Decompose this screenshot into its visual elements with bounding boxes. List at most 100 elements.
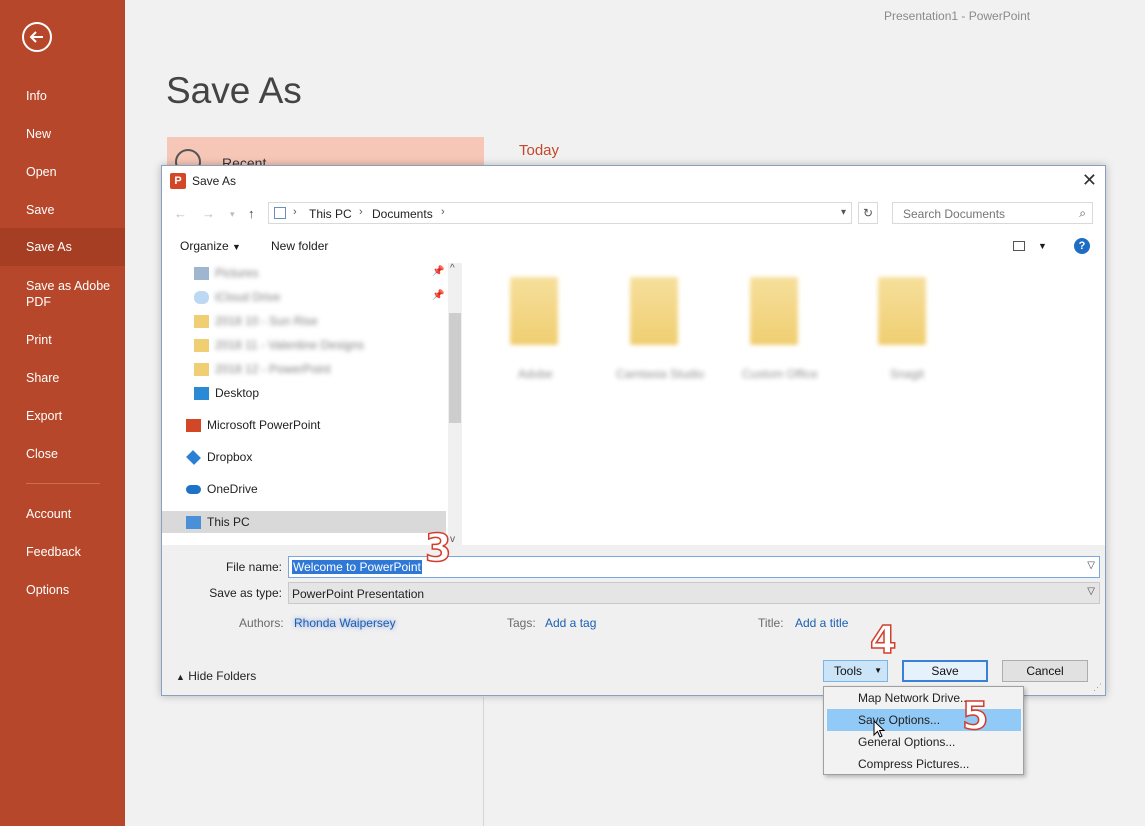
nav-item-dropbox[interactable]: Dropbox — [186, 447, 252, 467]
page-title: Save As — [166, 70, 302, 111]
quick-access-item[interactable]: iCloud Drive — [194, 287, 280, 307]
scroll-thumb[interactable] — [449, 313, 461, 423]
sidebar-item-export[interactable]: Export — [0, 408, 125, 424]
address-dropdown-icon[interactable]: ▾ — [841, 207, 846, 218]
sidebar-item-info[interactable]: Info — [0, 88, 125, 104]
view-options-chevron-icon[interactable]: ▼ — [1038, 241, 1047, 251]
save-button[interactable]: Save — [902, 660, 988, 682]
quick-access-item[interactable]: 2018 10 - Sun Rise — [194, 311, 318, 331]
sidebar-item-share[interactable]: Share — [0, 370, 125, 386]
help-icon[interactable]: ? — [1074, 238, 1090, 254]
pin-icon[interactable]: 📌 — [432, 290, 444, 301]
powerpoint-icon — [186, 419, 201, 433]
add-tag-link[interactable]: Add a tag — [545, 616, 596, 630]
today-heading: Today — [519, 142, 560, 159]
menu-item-save-options[interactable]: Save Options... — [827, 709, 1021, 731]
refresh-icon[interactable]: ↻ — [858, 202, 878, 224]
chevron-down-icon[interactable]: ▽ — [1087, 586, 1095, 597]
blurred-label: 2018 10 - Sun Rise — [215, 314, 318, 328]
tools-label: Tools — [834, 664, 863, 678]
search-box[interactable]: ⌕ — [892, 202, 1093, 224]
step-3-annotation: 3 — [424, 525, 452, 571]
add-title-link[interactable]: Add a title — [795, 616, 848, 630]
resize-grip-icon[interactable]: ⋰ — [1093, 682, 1102, 693]
sidebar-item-account[interactable]: Account — [0, 506, 125, 522]
folder-icon[interactable] — [878, 277, 926, 345]
menu-item-compress-pictures[interactable]: Compress Pictures... — [827, 753, 1021, 775]
folder-icon[interactable] — [630, 277, 678, 345]
nav-item-label: Dropbox — [207, 450, 253, 464]
blurred-label: Pictures — [215, 266, 259, 280]
breadcrumb-chevron-icon[interactable]: › — [359, 206, 363, 218]
sidebar-item-save-as[interactable]: Save As — [0, 228, 125, 266]
authors-value[interactable]: Rhonda Waipersey — [294, 616, 396, 630]
pin-icon[interactable]: 📌 — [432, 266, 444, 277]
step-4-annotation: 4 — [869, 617, 897, 663]
desktop-icon — [194, 387, 209, 401]
blurred-label: 2018 12 - PowerPoint — [215, 362, 331, 376]
sidebar-item-options[interactable]: Options — [0, 582, 125, 598]
search-input[interactable] — [901, 206, 1075, 222]
file-name-value[interactable]: Welcome to PowerPoint — [292, 560, 422, 574]
cancel-button[interactable]: Cancel — [1002, 660, 1088, 682]
tags-label: Tags: — [507, 616, 536, 630]
powerpoint-icon: P — [170, 173, 186, 189]
tools-menu: Map Network Drive... Save Options... Gen… — [823, 686, 1024, 775]
change-view-icon[interactable] — [1013, 241, 1025, 251]
forward-icon[interactable]: → — [202, 206, 215, 221]
quick-access-item[interactable]: 2018 12 - PowerPoint — [194, 359, 330, 379]
breadcrumb-documents[interactable]: Documents — [372, 207, 433, 221]
menu-item-general-options[interactable]: General Options... — [827, 731, 1021, 753]
search-icon[interactable]: ⌕ — [1079, 206, 1086, 221]
chevron-up-icon: ▲ — [176, 672, 185, 682]
blurred-folder-label: Custom Office — [742, 367, 818, 381]
pictures-icon — [194, 267, 209, 281]
quick-access-item[interactable]: Pictures — [194, 263, 258, 283]
organize-button[interactable]: Organize ▼ — [180, 239, 241, 253]
blurred-label: 2018 11 - Valentine Designs — [215, 338, 364, 352]
breadcrumb-chevron-icon[interactable]: › — [441, 206, 445, 218]
quick-access-item[interactable]: 2018 11 - Valentine Designs — [194, 335, 364, 355]
authors-label: Authors: — [239, 616, 284, 630]
nav-item-microsoft-powerpoint[interactable]: Microsoft PowerPoint — [186, 415, 320, 435]
sidebar-item-new[interactable]: New — [0, 126, 125, 142]
save-as-dialog: P Save As ✕ ← → ▾ ↑ › This PC › Document… — [161, 165, 1106, 696]
save-type-select[interactable]: PowerPoint Presentation ▽ — [288, 582, 1100, 604]
recent-locations-chevron-icon[interactable]: ▾ — [230, 209, 235, 220]
sidebar-item-feedback[interactable]: Feedback — [0, 544, 125, 560]
back-icon[interactable]: ← — [174, 206, 187, 221]
computer-icon — [186, 516, 201, 530]
sidebar-item-save-as-pdf[interactable]: Save as Adobe PDF — [0, 278, 125, 310]
menu-item-map-network-drive[interactable]: Map Network Drive... — [827, 687, 1021, 709]
breadcrumb-chevron-icon[interactable]: › — [293, 206, 297, 218]
folder-icon[interactable] — [510, 277, 558, 345]
sidebar-item-close[interactable]: Close — [0, 446, 125, 462]
dropbox-icon — [186, 450, 201, 466]
hide-folders-button[interactable]: ▲ Hide Folders — [176, 669, 256, 683]
dialog-title: Save As — [192, 174, 237, 188]
scroll-up-icon[interactable]: ^ — [450, 263, 455, 274]
file-name-input[interactable]: Welcome to PowerPoint ▽ — [288, 556, 1100, 578]
new-folder-button[interactable]: New folder — [271, 239, 328, 253]
save-type-value: PowerPoint Presentation — [292, 587, 425, 601]
folder-icon[interactable] — [750, 277, 798, 345]
nav-item-desktop[interactable]: Desktop — [194, 383, 259, 403]
sidebar-item-open[interactable]: Open — [0, 164, 125, 180]
close-icon[interactable]: ✕ — [1082, 170, 1097, 191]
title-label: Title: — [758, 616, 784, 630]
breadcrumb-this-pc[interactable]: This PC — [309, 207, 352, 221]
file-list: Adobe Camtasia Studio Custom Office Snag… — [466, 263, 1106, 545]
sidebar-item-print[interactable]: Print — [0, 332, 125, 348]
blurred-folder-label: Adobe — [518, 367, 553, 381]
folder-icon — [194, 315, 209, 329]
nav-item-onedrive[interactable]: OneDrive — [186, 479, 258, 499]
sidebar-item-save[interactable]: Save — [0, 202, 125, 218]
navigation-pane: Pictures iCloud Drive 2018 10 - Sun Rise… — [162, 263, 462, 545]
tools-button[interactable]: Tools ▼ — [823, 660, 888, 682]
computer-icon — [274, 207, 286, 219]
up-icon[interactable]: ↑ — [248, 206, 255, 221]
chevron-down-icon[interactable]: ▽ — [1087, 560, 1095, 571]
nav-item-this-pc[interactable]: This PC — [186, 512, 250, 532]
address-bar[interactable]: › This PC › Documents › ▾ — [268, 202, 852, 224]
back-arrow-icon[interactable] — [22, 22, 52, 52]
